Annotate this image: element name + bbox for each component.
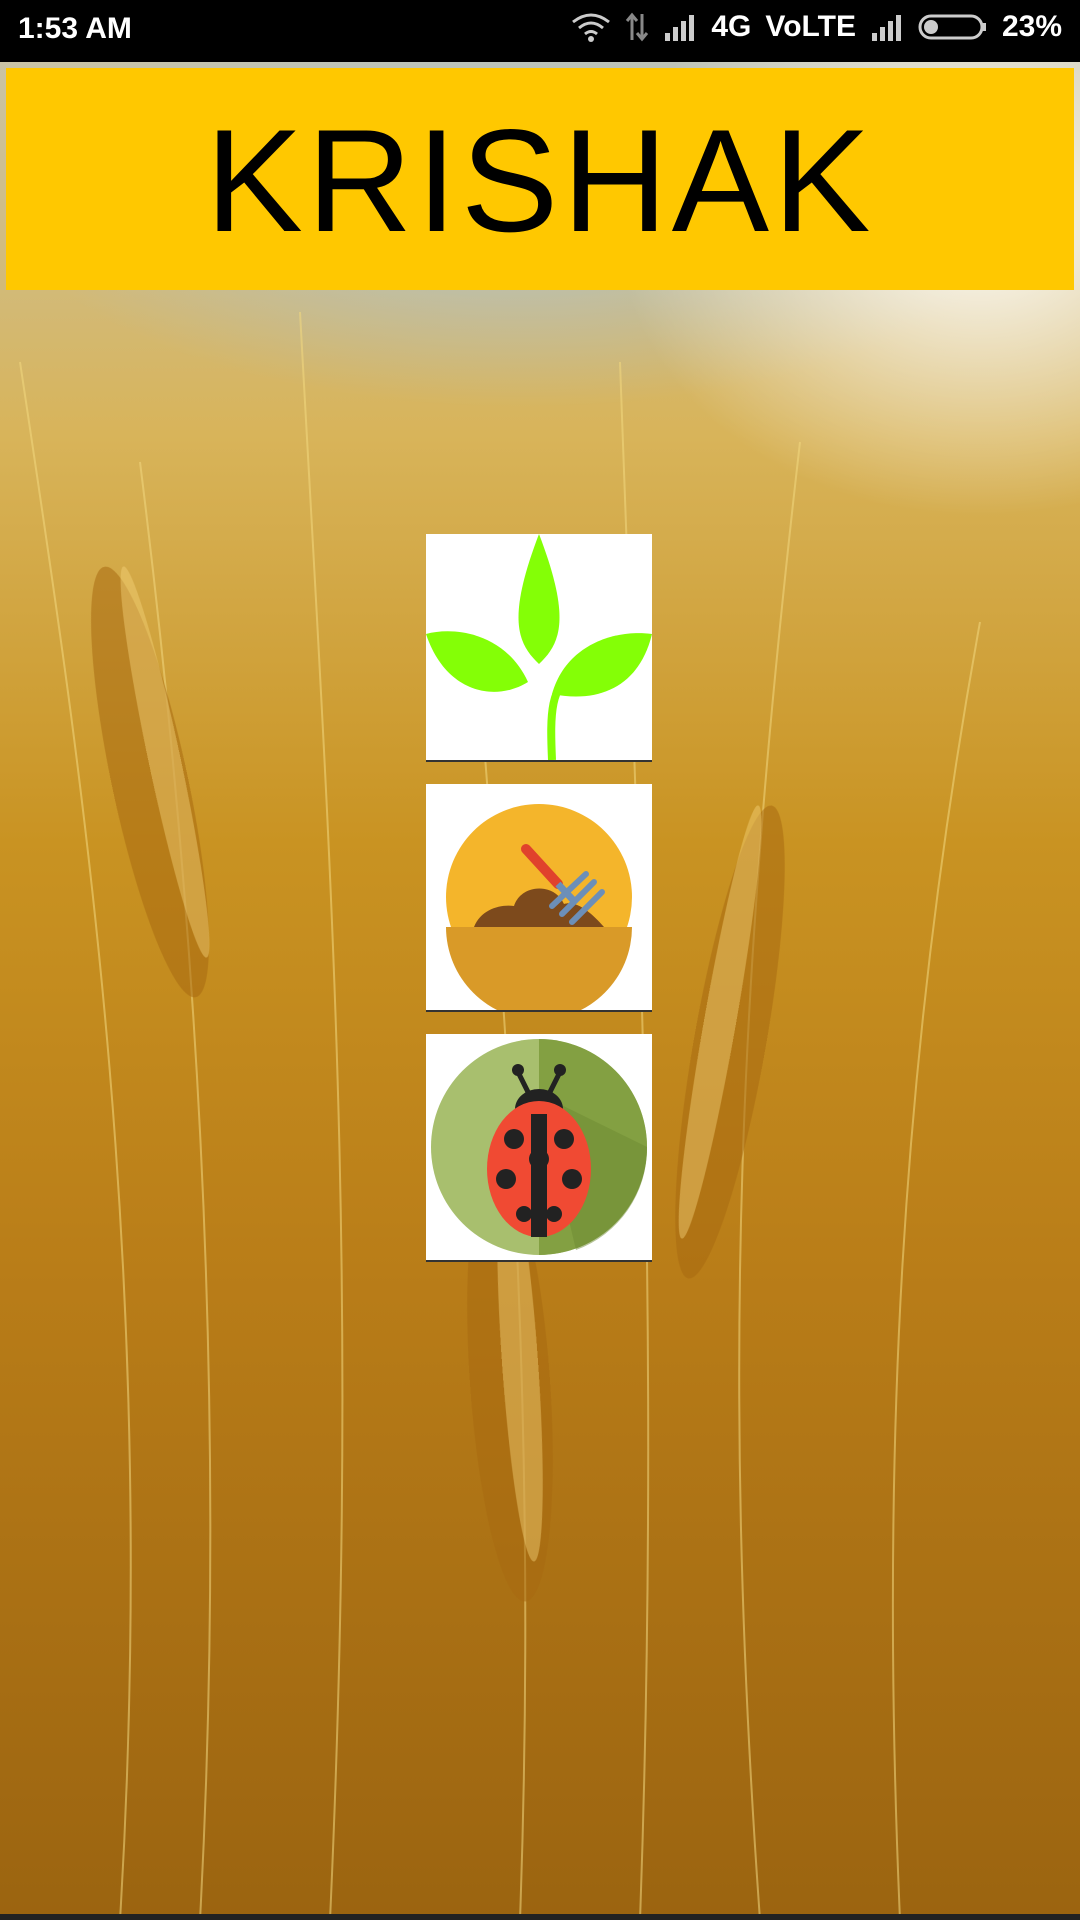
ladybug-pest-icon bbox=[426, 1034, 652, 1260]
home-screen: KRISHAK bbox=[0, 62, 1080, 1920]
app-header: KRISHAK bbox=[6, 68, 1074, 290]
pest-menu-button[interactable] bbox=[426, 1034, 652, 1262]
signal-strength-icon-2 bbox=[870, 13, 904, 41]
network-type: 4G bbox=[711, 10, 752, 43]
status-indicators: 4G VoLTE 23% bbox=[571, 10, 1062, 44]
app-title: KRISHAK bbox=[205, 99, 875, 262]
wifi-icon bbox=[571, 12, 611, 42]
plant-sprout-icon bbox=[426, 534, 652, 760]
volte-label: VoLTE bbox=[765, 10, 856, 43]
data-transfer-icon bbox=[625, 12, 649, 42]
status-time: 1:53 AM bbox=[18, 12, 132, 45]
battery-icon bbox=[918, 12, 988, 42]
status-bar: 1:53 AM 4G VoLTE 23% bbox=[0, 0, 1080, 62]
soil-menu-button[interactable] bbox=[426, 784, 652, 1012]
crop-menu-button[interactable] bbox=[426, 534, 652, 762]
soil-hoe-icon bbox=[426, 784, 652, 1010]
bottom-edge bbox=[0, 1914, 1080, 1920]
signal-strength-icon bbox=[663, 13, 697, 41]
battery-percent: 23% bbox=[1001, 10, 1062, 43]
